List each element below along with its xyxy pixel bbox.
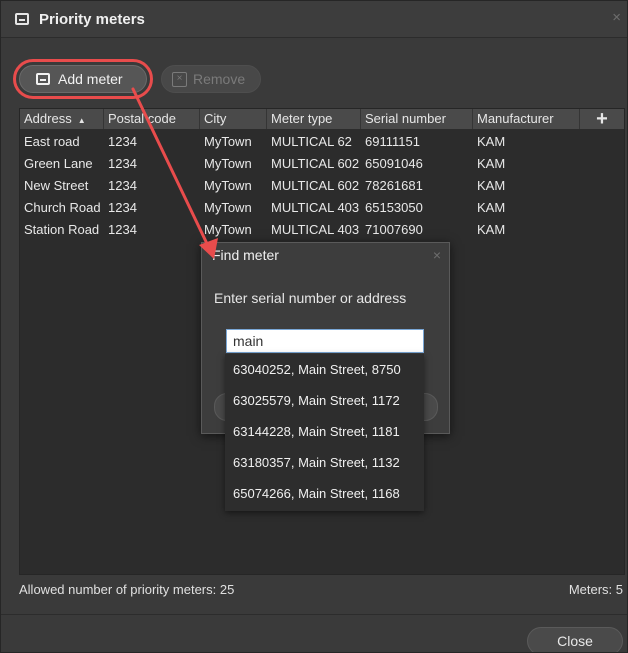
- status-bar: Allowed number of priority meters: 25 Me…: [19, 575, 623, 605]
- cell-city: MyTown: [204, 200, 252, 215]
- cell-meter-type: MULTICAL 62: [271, 134, 352, 149]
- cell-city: MyTown: [204, 156, 252, 171]
- footer-bar: Close: [1, 614, 627, 652]
- title-bar: Priority meters ×: [1, 1, 627, 38]
- cell-city: MyTown: [204, 134, 252, 149]
- close-button[interactable]: Close: [527, 627, 623, 652]
- add-meter-label: Add meter: [58, 71, 123, 87]
- table-row[interactable]: East road 1234 MyTown MULTICAL 62 691111…: [20, 131, 624, 153]
- cell-address: Green Lane: [24, 156, 93, 171]
- cell-manufacturer: KAM: [477, 200, 506, 215]
- meters-count: Meters: 5: [568, 582, 623, 597]
- meter-add-icon: [36, 73, 50, 85]
- suggestion-item[interactable]: 63025579, Main Street, 1172: [225, 385, 424, 416]
- cell-serial-number: 71007690: [365, 222, 423, 237]
- search-input[interactable]: [226, 329, 424, 353]
- remove-label: Remove: [193, 71, 246, 87]
- table-row[interactable]: Church Road 1234 MyTown MULTICAL 403 651…: [20, 197, 624, 219]
- suggestion-item[interactable]: 65074266, Main Street, 1168: [225, 478, 424, 509]
- dialog-close-icon[interactable]: ×: [433, 247, 441, 263]
- cell-meter-type: MULTICAL 403: [271, 222, 360, 237]
- dialog-prompt: Enter serial number or address: [214, 290, 407, 306]
- toolbar: Add meter × Remove: [1, 37, 627, 99]
- remove-x-icon: ×: [172, 71, 187, 87]
- cell-address: Church Road: [24, 200, 101, 215]
- suggestion-item[interactable]: 63040252, Main Street, 8750: [225, 354, 424, 385]
- cell-address: East road: [24, 134, 80, 149]
- table-header: Address ▲ Postal code City Meter type Ser…: [20, 109, 624, 129]
- add-meter-button[interactable]: Add meter: [19, 65, 147, 93]
- window-close-icon[interactable]: ×: [612, 9, 621, 26]
- cell-meter-type: MULTICAL 602: [271, 156, 360, 171]
- cell-postal-code: 1234: [108, 200, 137, 215]
- cell-serial-number: 65153050: [365, 200, 423, 215]
- column-header-city[interactable]: City: [200, 109, 267, 129]
- meter-window-icon: [15, 13, 29, 25]
- table-row[interactable]: New Street 1234 MyTown MULTICAL 602 7826…: [20, 175, 624, 197]
- remove-button[interactable]: × Remove: [161, 65, 261, 93]
- table-row[interactable]: Green Lane 1234 MyTown MULTICAL 602 6509…: [20, 153, 624, 175]
- allowed-meters-text: Allowed number of priority meters: 25: [19, 582, 235, 597]
- cell-meter-type: MULTICAL 403: [271, 200, 360, 215]
- cell-manufacturer: KAM: [477, 178, 506, 193]
- dialog-title: Find meter: [212, 247, 279, 263]
- cell-meter-type: MULTICAL 602: [271, 178, 360, 193]
- suggestion-item[interactable]: 63144228, Main Street, 1181: [225, 416, 424, 447]
- suggestion-item[interactable]: 63180357, Main Street, 1132: [225, 447, 424, 478]
- column-header-meter-type[interactable]: Meter type: [267, 109, 361, 129]
- column-header-serial-number[interactable]: Serial number: [361, 109, 473, 129]
- add-column-icon[interactable]: +: [580, 109, 624, 129]
- cell-serial-number: 65091046: [365, 156, 423, 171]
- sort-ascending-icon: ▲: [77, 116, 86, 125]
- column-header-postal-code[interactable]: Postal code: [104, 109, 200, 129]
- table-row[interactable]: Station Road 1234 MyTown MULTICAL 403 71…: [20, 219, 624, 241]
- cell-city: MyTown: [204, 222, 252, 237]
- cell-postal-code: 1234: [108, 222, 137, 237]
- cell-serial-number: 69111151: [365, 134, 420, 149]
- cell-address: Station Road: [24, 222, 100, 237]
- cell-postal-code: 1234: [108, 134, 137, 149]
- cell-city: MyTown: [204, 178, 252, 193]
- priority-meters-window: Priority meters × Add meter × Remove Add…: [0, 0, 628, 653]
- cell-address: New Street: [24, 178, 89, 193]
- cell-manufacturer: KAM: [477, 222, 506, 237]
- cell-postal-code: 1234: [108, 156, 137, 171]
- cell-manufacturer: KAM: [477, 156, 506, 171]
- cell-manufacturer: KAM: [477, 134, 506, 149]
- cell-postal-code: 1234: [108, 178, 137, 193]
- window-title: Priority meters: [39, 10, 145, 28]
- column-header-address[interactable]: Address ▲: [20, 109, 104, 129]
- suggestion-dropdown: 63040252, Main Street, 8750 63025579, Ma…: [225, 354, 424, 511]
- column-header-manufacturer[interactable]: Manufacturer: [473, 109, 580, 129]
- cell-serial-number: 78261681: [365, 178, 423, 193]
